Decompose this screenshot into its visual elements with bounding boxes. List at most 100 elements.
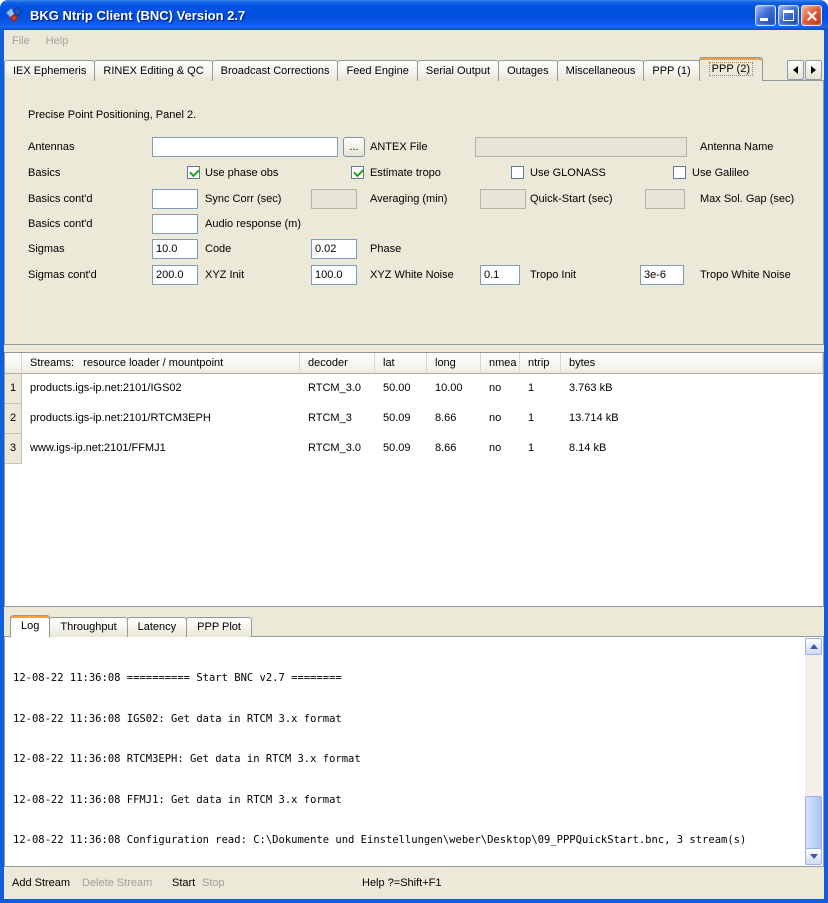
use-glonass-label: Use GLONASS <box>530 163 606 183</box>
tab-latency[interactable]: Latency <box>127 617 188 637</box>
estimate-tropo-checkbox[interactable] <box>351 166 364 179</box>
sync-corr-input[interactable] <box>152 189 198 209</box>
table-row[interactable]: 3 www.igs-ip.net:2101/FFMJ1 RTCM_3.0 50.… <box>5 434 823 464</box>
sigma-code-input[interactable] <box>152 239 198 259</box>
cell-ntrip: 1 <box>520 434 561 464</box>
xyz-init-input[interactable] <box>152 265 198 285</box>
cell-decoder: RTCM_3.0 <box>300 434 375 464</box>
tab-throughput[interactable]: Throughput <box>49 617 127 637</box>
column-header-ntrip[interactable]: ntrip <box>520 353 561 374</box>
averaging-label: Averaging (min) <box>370 189 447 209</box>
use-galileo-label: Use Galileo <box>692 163 749 183</box>
tropo-init-label: Tropo Init <box>530 265 576 285</box>
use-galileo-checkbox[interactable] <box>673 166 686 179</box>
cell-lat: 50.09 <box>375 404 427 434</box>
column-header-lat[interactable]: lat <box>375 353 427 374</box>
tab-ppp-2[interactable]: PPP (2) <box>699 57 763 81</box>
tropo-white-noise-input[interactable] <box>640 265 684 285</box>
title-bar: BKG Ntrip Client (BNC) Version 2.7 <box>0 0 828 30</box>
cell-long: 8.66 <box>427 434 481 464</box>
basics-label: Basics <box>28 163 60 183</box>
row-number: 1 <box>5 374 22 404</box>
tab-scroll-left-button[interactable] <box>787 60 804 80</box>
scroll-down-button[interactable] <box>805 848 822 865</box>
use-phase-obs-checkbox[interactable] <box>187 166 200 179</box>
cell-nmea: no <box>481 434 520 464</box>
antex-browse-button[interactable]: ... <box>343 137 365 157</box>
cell-lat: 50.00 <box>375 374 427 404</box>
scroll-up-button[interactable] <box>805 638 822 655</box>
table-row[interactable]: 2 products.igs-ip.net:2101/RTCM3EPH RTCM… <box>5 404 823 434</box>
log-scrollbar[interactable] <box>805 638 822 865</box>
menu-file[interactable]: File <box>4 33 38 49</box>
cell-long: 8.66 <box>427 404 481 434</box>
sigma-phase-input[interactable] <box>311 239 357 259</box>
max-sol-gap-input <box>645 189 685 209</box>
tab-outages[interactable]: Outages <box>498 60 558 81</box>
tropo-init-input[interactable] <box>480 265 520 285</box>
tropo-white-noise-label: Tropo White Noise <box>700 265 791 285</box>
tab-log[interactable]: Log <box>10 615 50 638</box>
tab-feed-engine[interactable]: Feed Engine <box>337 60 417 81</box>
row-number: 2 <box>5 404 22 434</box>
bottom-tab-bar: Log Throughput Latency PPP Plot <box>4 613 824 637</box>
audio-response-input[interactable] <box>152 214 198 234</box>
minimize-button[interactable] <box>755 5 776 26</box>
cell-ntrip: 1 <box>520 404 561 434</box>
stop-button[interactable]: Stop <box>202 868 225 899</box>
add-stream-button[interactable]: Add Stream <box>12 868 70 899</box>
averaging-input <box>311 189 357 209</box>
cell-nmea: no <box>481 374 520 404</box>
cell-bytes: 8.14 kB <box>561 434 823 464</box>
window-title: BKG Ntrip Client (BNC) Version 2.7 <box>30 8 753 23</box>
cell-decoder: RTCM_3 <box>300 404 375 434</box>
arrow-up-icon <box>810 644 818 649</box>
menu-bar: File Help <box>4 30 824 52</box>
menu-help[interactable]: Help <box>38 33 77 49</box>
scrollbar-thumb[interactable] <box>805 796 822 849</box>
tab-serial-output[interactable]: Serial Output <box>417 60 499 81</box>
log-line: 12-08-22 11:36:08 FFMJ1: Get data in RTC… <box>13 794 799 808</box>
log-output: 12-08-22 11:36:08 ========== Start BNC v… <box>13 645 799 862</box>
xyz-white-noise-input[interactable] <box>311 265 357 285</box>
maximize-button[interactable] <box>778 5 799 26</box>
delete-stream-button[interactable]: Delete Stream <box>82 868 152 899</box>
xyz-white-noise-label: XYZ White Noise <box>370 265 454 285</box>
cell-nmea: no <box>481 404 520 434</box>
close-button[interactable] <box>801 5 822 26</box>
column-header-nmea[interactable]: nmea <box>481 353 520 374</box>
table-corner-cell <box>5 353 22 374</box>
table-row[interactable]: 1 products.igs-ip.net:2101/IGS02 RTCM_3.… <box>5 374 823 404</box>
tab-miscellaneous[interactable]: Miscellaneous <box>557 60 645 81</box>
cell-mountpoint: products.igs-ip.net:2101/RTCM3EPH <box>22 404 300 434</box>
tab-broadcast-corrections[interactable]: Broadcast Corrections <box>212 60 339 81</box>
column-header-long[interactable]: long <box>427 353 481 374</box>
row-number: 3 <box>5 434 22 464</box>
column-header-bytes[interactable]: bytes <box>561 353 823 374</box>
sigma-code-label: Code <box>205 239 231 259</box>
streams-table: Streams: resource loader / mountpoint de… <box>4 352 824 607</box>
basics-contd2-label: Basics cont'd <box>28 214 92 234</box>
column-header-streams[interactable]: Streams: resource loader / mountpoint <box>22 353 300 374</box>
antennas-input[interactable] <box>152 137 338 157</box>
help-shortcut-text: Help ?=Shift+F1 <box>362 868 442 899</box>
max-sol-gap-label: Max Sol. Gap (sec) <box>700 189 794 209</box>
antex-file-label: ANTEX File <box>370 137 427 157</box>
action-bar: Add Stream Delete Stream Start Stop Help… <box>4 868 824 899</box>
tab-scroll-right-button[interactable] <box>805 60 822 80</box>
tab-ppp-1[interactable]: PPP (1) <box>643 60 699 81</box>
tab-ppp-plot[interactable]: PPP Plot <box>186 617 252 637</box>
chevron-right-icon <box>811 66 816 74</box>
tab-rinex-editing-qc[interactable]: RINEX Editing & QC <box>94 60 212 81</box>
tab-rinex-ephemeris[interactable]: IEX Ephemeris <box>4 60 95 81</box>
start-button[interactable]: Start <box>172 868 195 899</box>
panel-heading: Precise Point Positioning, Panel 2. <box>28 105 196 125</box>
column-header-decoder[interactable]: decoder <box>300 353 375 374</box>
cell-mountpoint: www.igs-ip.net:2101/FFMJ1 <box>22 434 300 464</box>
antenna-name-label: Antenna Name <box>700 137 773 157</box>
top-tab-bar: IEX Ephemeris RINEX Editing & QC Broadca… <box>4 55 782 81</box>
use-glonass-checkbox[interactable] <box>511 166 524 179</box>
antennas-label: Antennas <box>28 137 74 157</box>
xyz-init-label: XYZ Init <box>205 265 244 285</box>
cell-bytes: 13.714 kB <box>561 404 823 434</box>
